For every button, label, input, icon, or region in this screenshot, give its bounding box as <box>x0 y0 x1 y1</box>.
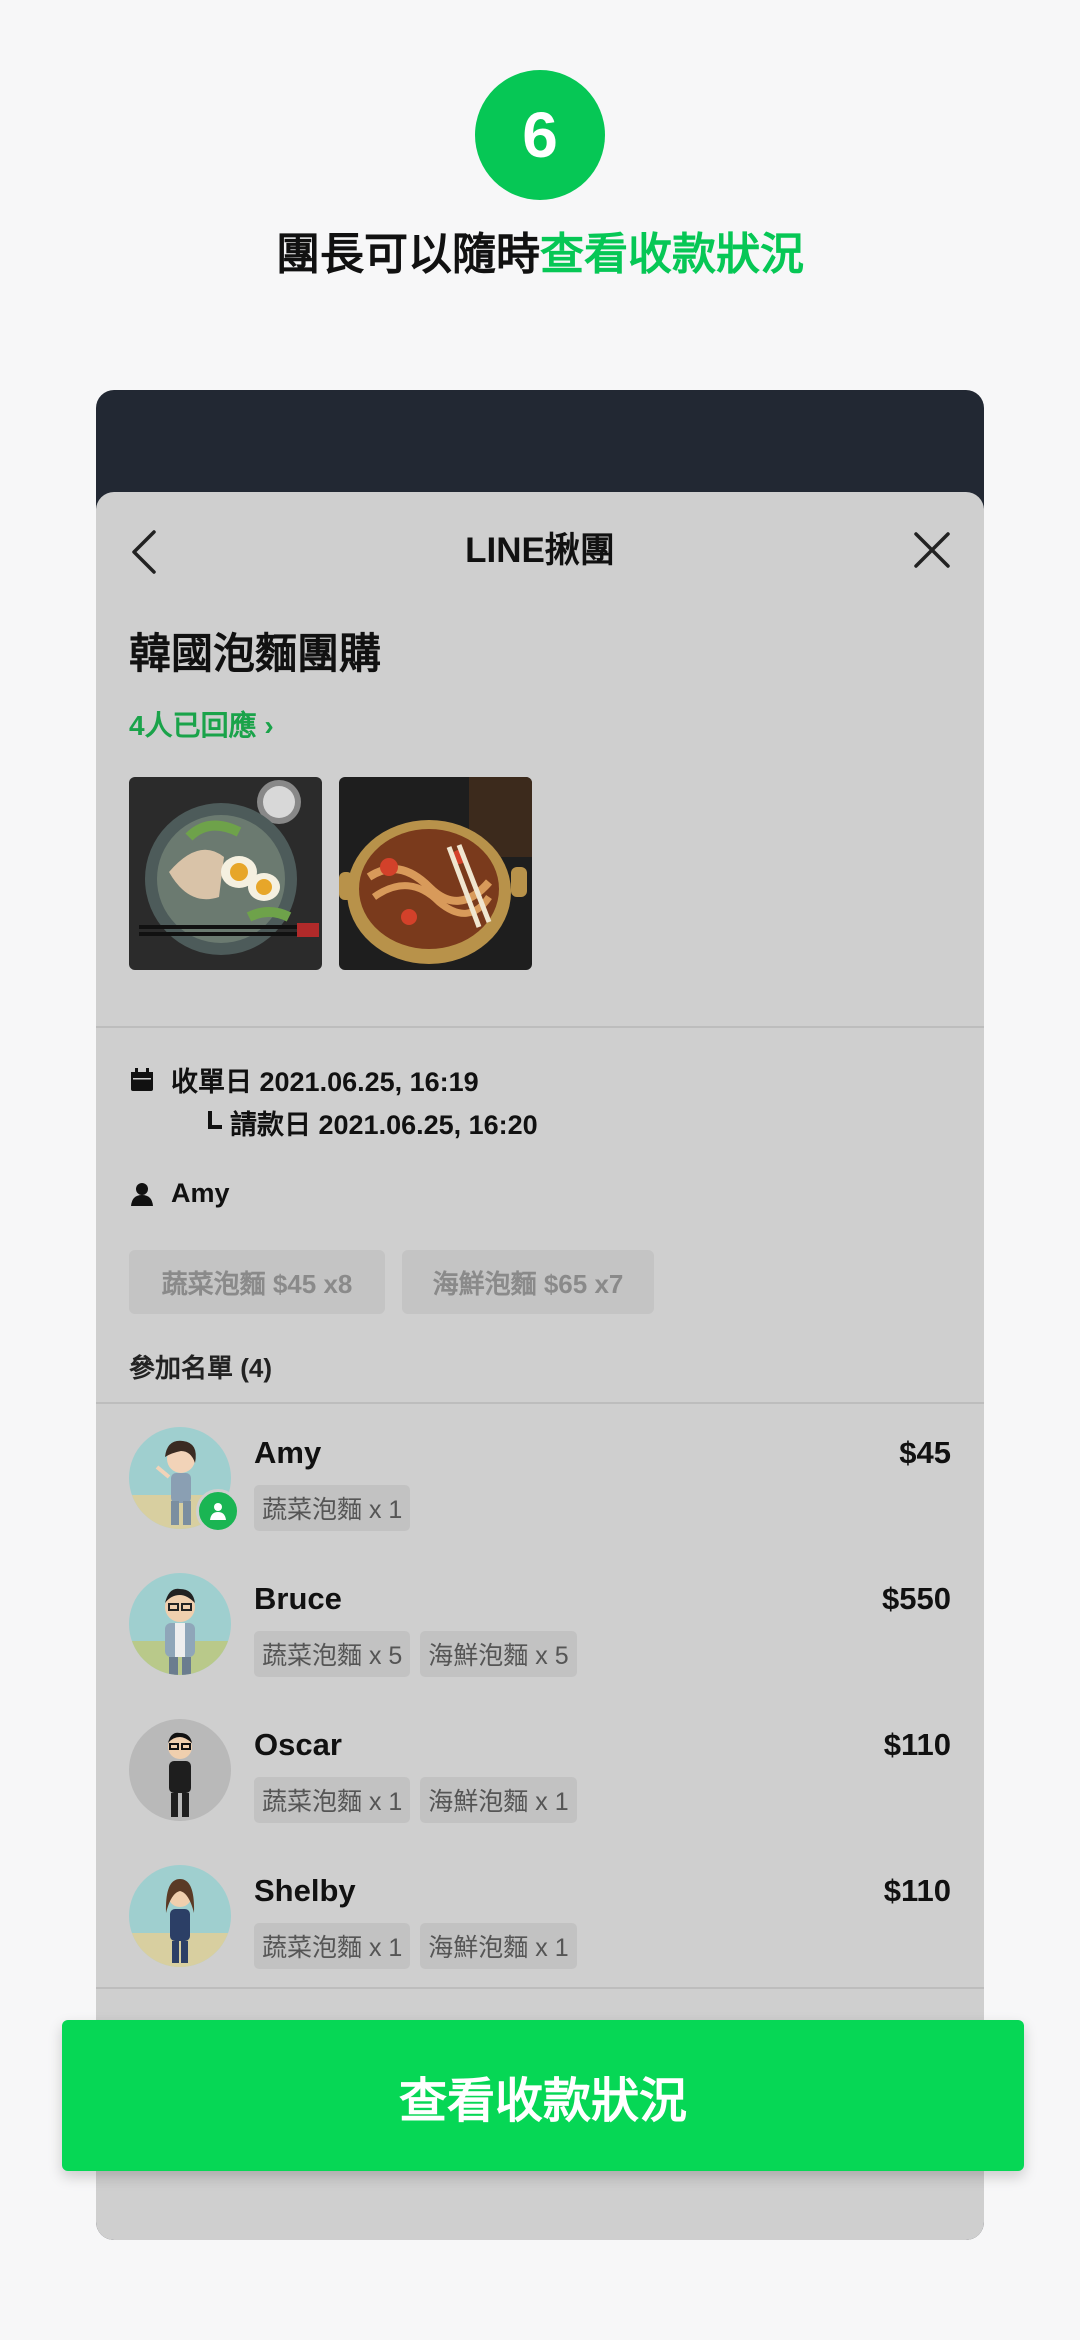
avatar <box>129 1865 231 1967</box>
participant-row[interactable]: Bruce $550 蔬菜泡麵 x 5 海鮮泡麵 x 5 <box>96 1573 984 1719</box>
section-divider <box>96 1987 984 1989</box>
avatar <box>129 1573 231 1675</box>
participant-items: 蔬菜泡麵 x 1 <box>254 1485 411 1531</box>
organizer-row: Amy <box>129 1178 230 1209</box>
item-chip: 蔬菜泡麵 x 1 <box>254 1777 411 1823</box>
headline-highlight: 查看收款狀況 <box>540 230 804 279</box>
item-chip: 海鮮泡麵 x 1 <box>420 1777 577 1823</box>
payment-date-row: 請款日 2021.06.25, 16:20 <box>208 1103 538 1142</box>
participant-name: Bruce <box>254 1581 342 1616</box>
item-chip: 蔬菜泡麵 x 1 <box>254 1923 411 1969</box>
participant-row[interactable]: Amy $45 蔬菜泡麵 x 1 <box>96 1427 984 1573</box>
option-chip: 海鮮泡麵 $65 x7 <box>402 1250 654 1314</box>
close-date-row: 收單日 2021.06.25, 16:19 <box>129 1060 479 1099</box>
participant-items: 蔬菜泡麵 x 1 海鮮泡麵 x 1 <box>254 1923 577 1969</box>
participant-items: 蔬菜泡麵 x 1 海鮮泡麵 x 1 <box>254 1777 577 1823</box>
calendar-icon <box>129 1067 155 1093</box>
participants-heading: 參加名單 (4) <box>129 1353 273 1383</box>
option-chip: 蔬菜泡麵 $45 x8 <box>129 1250 385 1314</box>
item-chip: 蔬菜泡麵 x 1 <box>254 1485 411 1531</box>
participant-amount: $110 <box>883 1873 951 1908</box>
participant-row[interactable]: Oscar $110 蔬菜泡麵 x 1 海鮮泡麵 x 1 <box>96 1719 984 1865</box>
participant-name: Oscar <box>254 1727 342 1762</box>
payment-date-text: 請款日 2021.06.25, 16:20 <box>230 1110 538 1140</box>
participant-items: 蔬菜泡麵 x 5 海鮮泡麵 x 5 <box>254 1631 577 1677</box>
responses-link[interactable]: 4人已回應 › <box>129 704 274 744</box>
item-chip: 海鮮泡麵 x 1 <box>420 1923 577 1969</box>
sheet-title: LINE揪團 <box>465 531 615 570</box>
organizer-badge-icon <box>196 1489 240 1533</box>
step-number-badge: 6 <box>475 70 605 200</box>
participant-amount: $550 <box>882 1581 951 1616</box>
section-divider <box>96 1026 984 1028</box>
item-chip: 蔬菜泡麵 x 5 <box>254 1631 411 1677</box>
participant-amount: $110 <box>883 1727 951 1762</box>
food-photo-1[interactable] <box>129 777 322 970</box>
section-divider <box>96 1402 984 1404</box>
participant-name: Amy <box>254 1435 322 1470</box>
group-buy-title: 韓國泡麵團購 <box>129 630 382 677</box>
close-date-text: 收單日 2021.06.25, 16:19 <box>171 1067 479 1097</box>
phone-screenshot: LINE揪團 韓國泡麵團購 4人已回應 › 收單日 2021.06.25, 16… <box>96 390 984 2240</box>
avatar <box>129 1719 231 1821</box>
item-chip: 海鮮泡麵 x 5 <box>420 1631 577 1677</box>
headline-prefix: 團長可以隨時 <box>276 230 540 279</box>
participant-amount: $45 <box>899 1435 951 1470</box>
participant-name: Shelby <box>254 1873 356 1908</box>
participant-row[interactable]: Shelby $110 蔬菜泡麵 x 1 海鮮泡麵 x 1 <box>96 1865 984 2011</box>
close-icon[interactable] <box>912 528 952 572</box>
food-photo-2[interactable] <box>339 777 532 970</box>
view-payment-status-button[interactable]: 查看收款狀況 <box>62 2020 1024 2171</box>
page-headline: 團長可以隨時查看收款狀況 <box>0 218 1080 282</box>
group-buy-sheet: LINE揪團 韓國泡麵團購 4人已回應 › 收單日 2021.06.25, 16… <box>96 492 984 2240</box>
sub-item-marker <box>208 1110 222 1129</box>
organizer-name: Amy <box>171 1178 230 1208</box>
person-icon <box>129 1181 155 1207</box>
